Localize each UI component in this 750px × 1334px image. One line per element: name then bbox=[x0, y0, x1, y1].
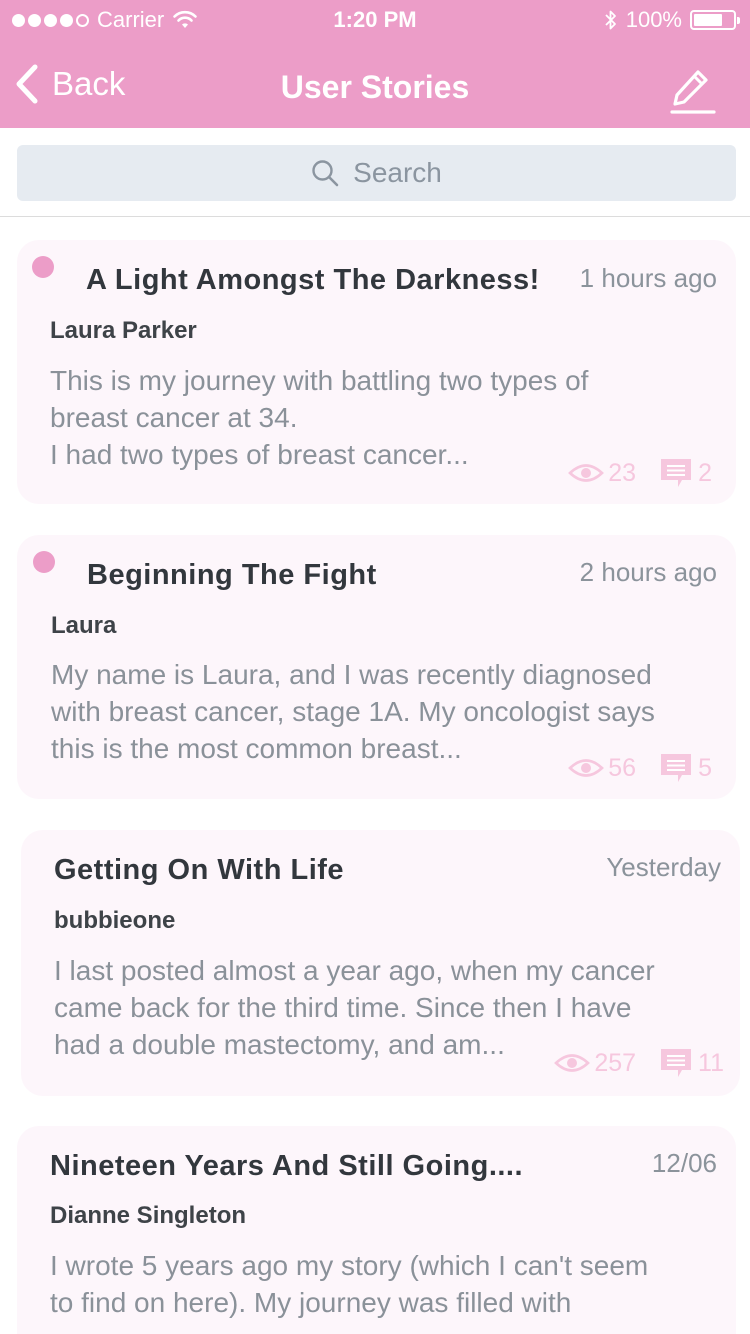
story-author: Laura bbox=[51, 612, 117, 639]
story-excerpt: This is my journey with battling two typ… bbox=[50, 365, 589, 470]
story-card[interactable]: A Light Amongst The Darkness! 1 hours ag… bbox=[17, 240, 736, 504]
view-count: 257 bbox=[594, 1048, 637, 1077]
search-placeholder: Search bbox=[353, 157, 442, 188]
story-card[interactable]: Nineteen Years And Still Going.... 12/06… bbox=[17, 1126, 736, 1334]
story-title: Nineteen Years And Still Going.... bbox=[50, 1150, 524, 1182]
story-time: 2 hours ago bbox=[579, 557, 717, 587]
story-time: 1 hours ago bbox=[579, 263, 717, 293]
story-stats: 257 11 bbox=[554, 1048, 724, 1078]
page-title: User Stories bbox=[280, 69, 470, 105]
header: Carrier 1:20 PM 100% Back User Stories bbox=[0, 0, 750, 128]
search-bar: Search bbox=[0, 128, 750, 217]
story-author: Dianne Singleton bbox=[50, 1202, 247, 1229]
story-author: bubbieone bbox=[54, 907, 176, 934]
story-excerpt: I last posted almost a year ago, when my… bbox=[54, 955, 655, 1060]
story-card[interactable]: Getting On With Life Yesterday bubbieone… bbox=[21, 830, 740, 1096]
story-time: 12/06 bbox=[651, 1148, 717, 1178]
status-bar: Carrier 1:20 PM 100% bbox=[0, 0, 750, 40]
comment-count: 5 bbox=[698, 753, 712, 782]
story-card[interactable]: Beginning The Fight 2 hours ago Laura My… bbox=[17, 535, 736, 799]
story-author: Laura Parker bbox=[50, 317, 197, 344]
story-stats: 56 5 bbox=[568, 753, 712, 783]
search-input[interactable]: Search bbox=[17, 145, 736, 201]
unread-indicator bbox=[33, 551, 55, 573]
battery-icon bbox=[690, 10, 740, 30]
story-title: Getting On With Life bbox=[54, 854, 345, 886]
bluetooth-icon bbox=[605, 10, 616, 30]
comment-count: 11 bbox=[698, 1048, 724, 1077]
story-list: A Light Amongst The Darkness! 1 hours ag… bbox=[0, 218, 750, 1334]
eye-icon bbox=[568, 464, 605, 482]
story-title: Beginning The Fight bbox=[87, 559, 377, 591]
nav-bar: Back User Stories bbox=[0, 40, 750, 128]
unread-indicator bbox=[32, 256, 54, 278]
story-title: A Light Amongst The Darkness! bbox=[86, 264, 540, 296]
story-excerpt: My name is Laura, and I was recently dia… bbox=[51, 659, 655, 764]
view-count: 56 bbox=[608, 753, 637, 782]
view-count: 23 bbox=[608, 458, 637, 487]
eye-icon bbox=[554, 1054, 591, 1072]
status-right: 100% bbox=[604, 7, 740, 33]
story-time: Yesterday bbox=[606, 852, 721, 882]
search-icon bbox=[312, 160, 339, 187]
battery-percent: 100% bbox=[625, 7, 682, 32]
comment-icon bbox=[661, 459, 692, 487]
story-excerpt: I wrote 5 years ago my story (which I ca… bbox=[50, 1250, 649, 1318]
edit-icon[interactable] bbox=[670, 68, 716, 114]
comment-icon bbox=[661, 1049, 692, 1077]
story-stats: 23 2 bbox=[568, 458, 712, 488]
eye-icon bbox=[568, 759, 605, 777]
comment-count: 2 bbox=[698, 458, 712, 487]
comment-icon bbox=[661, 754, 692, 782]
